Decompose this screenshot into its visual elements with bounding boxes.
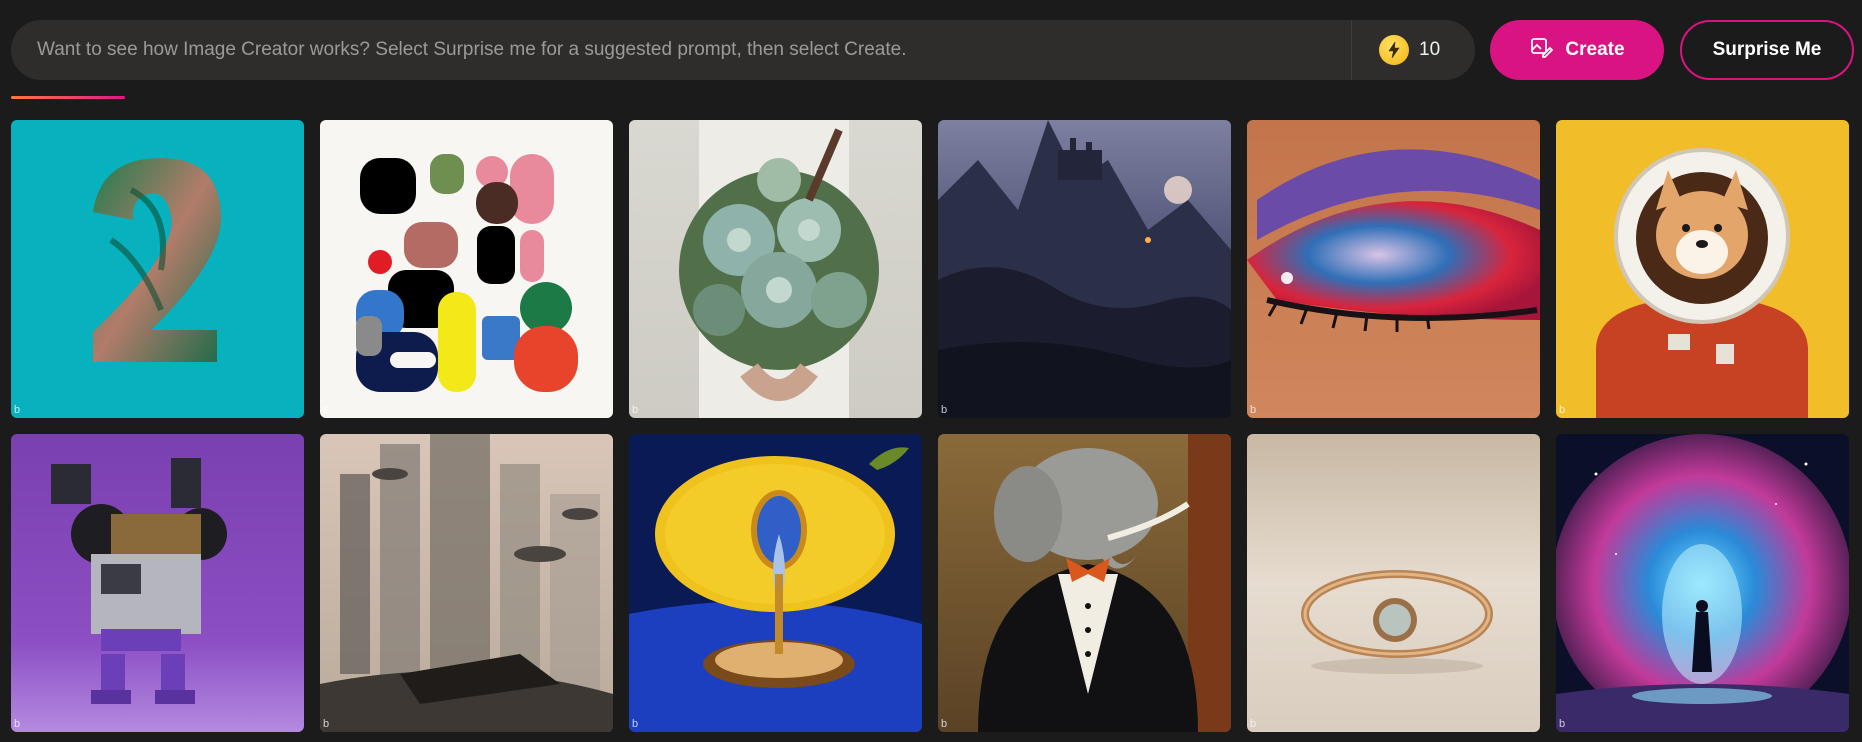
boost-count: 10 (1419, 39, 1441, 60)
image-gallery: b b b b b b b b b b b b (11, 120, 1849, 732)
create-label: Create (1565, 39, 1625, 60)
boost-counter[interactable]: 10 (1351, 20, 1475, 80)
bing-badge: b (632, 718, 639, 730)
create-button[interactable]: Create (1490, 20, 1664, 80)
gallery-image-dark-castle[interactable]: b (938, 120, 1231, 418)
gallery-image-robot-toy[interactable]: b (11, 434, 304, 732)
gallery-image-succulent-bouquet[interactable]: b (629, 120, 922, 418)
gallery-image-eye-makeup[interactable]: b (1247, 120, 1540, 418)
bing-badge: b (1250, 404, 1257, 416)
gallery-image-cosmic-figure[interactable]: b (1556, 434, 1849, 732)
surprise-me-button[interactable]: Surprise Me (1680, 20, 1854, 80)
bing-badge: b (323, 718, 330, 730)
bing-badge: b (941, 718, 948, 730)
bing-badge: b (941, 404, 948, 416)
gallery-image-abstract-shapes[interactable]: b (320, 120, 613, 418)
gallery-image-lemon-drop[interactable]: b (629, 434, 922, 732)
gallery-image-futuristic-city[interactable]: b (320, 434, 613, 732)
gallery-image-elephant-tuxedo[interactable]: b (938, 434, 1231, 732)
lightning-bolt-icon (1379, 35, 1409, 65)
loading-indicator (11, 96, 125, 99)
bing-badge: b (14, 404, 21, 416)
image-edit-icon (1529, 35, 1554, 65)
bing-badge: b (323, 404, 330, 416)
gallery-image-number-2[interactable]: b (11, 120, 304, 418)
bing-badge: b (14, 718, 21, 730)
top-bar: 10 Create Surprise Me (0, 0, 1862, 100)
bing-badge: b (632, 404, 639, 416)
prompt-input[interactable] (11, 20, 1351, 80)
gallery-image-gold-ring[interactable]: b (1247, 434, 1540, 732)
prompt-bar: 10 (11, 20, 1475, 80)
bing-badge: b (1559, 718, 1566, 730)
gallery-image-shiba-astronaut[interactable]: b (1556, 120, 1849, 418)
bing-badge: b (1559, 404, 1566, 416)
bing-badge: b (1250, 718, 1257, 730)
